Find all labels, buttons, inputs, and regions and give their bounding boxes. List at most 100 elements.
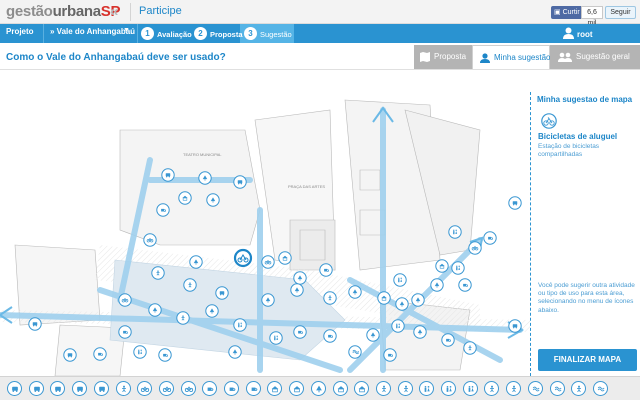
kiosk-icon[interactable] (354, 381, 370, 396)
map-marker-tree-icon[interactable] (205, 304, 219, 318)
tab-proposta[interactable]: Proposta (414, 45, 472, 69)
map-marker-car-icon[interactable] (161, 168, 175, 182)
bicycle-icon[interactable] (180, 381, 196, 396)
map-marker-bus-icon[interactable] (508, 319, 522, 333)
step-1-number[interactable]: 1 (141, 27, 154, 40)
skate-icon[interactable] (571, 381, 587, 396)
map-marker-coffee-icon[interactable] (158, 348, 172, 362)
playground-icon[interactable] (484, 381, 500, 396)
map-marker-bus-icon[interactable] (63, 348, 77, 362)
map-marker-car-icon[interactable] (215, 286, 229, 300)
map-marker-bicycle-icon[interactable] (261, 255, 275, 269)
map-drawing[interactable]: TEATRO MUNICIPAL PRAÇA DAS ARTES (0, 70, 530, 376)
map-marker-walk-icon[interactable] (183, 278, 197, 292)
map-marker-tree-icon[interactable] (366, 328, 380, 342)
water-icon[interactable] (592, 381, 608, 396)
step-2-label[interactable]: Proposta (210, 30, 243, 39)
map-marker-people-icon[interactable] (451, 261, 465, 275)
map-canvas[interactable]: TEATRO MUNICIPAL PRAÇA DAS ARTES (0, 70, 530, 376)
map-marker-walk-icon[interactable] (176, 311, 190, 325)
map-marker-tree-icon[interactable] (198, 171, 212, 185)
tent-icon[interactable] (289, 381, 305, 396)
music-icon[interactable] (527, 381, 543, 396)
map-marker-bus-icon[interactable] (508, 196, 522, 210)
map-marker-walk-icon[interactable] (151, 266, 165, 280)
toilet-icon[interactable] (462, 381, 478, 396)
facebook-like-button[interactable]: ▣ Curtir (551, 6, 583, 19)
map-marker-people-icon[interactable] (448, 225, 462, 239)
bus-icon[interactable] (7, 381, 22, 396)
coffee-icon[interactable] (202, 381, 218, 396)
map-marker-tree-icon[interactable] (411, 293, 425, 307)
map-marker-coffee-icon[interactable] (483, 231, 497, 245)
map-marker-walk-icon[interactable] (463, 341, 477, 355)
logo[interactable]: gestãourbanaSP (6, 3, 121, 20)
map-marker-tree-icon[interactable] (228, 345, 242, 359)
participe-link[interactable]: Participe (139, 5, 182, 17)
map-marker-bus-icon[interactable] (233, 175, 247, 189)
map-marker-tree-icon[interactable] (148, 303, 162, 317)
map-marker-tent-icon[interactable] (178, 191, 192, 205)
family-icon[interactable] (419, 381, 435, 396)
map-marker-tree-icon[interactable] (413, 325, 427, 339)
map-marker-tree-icon[interactable] (290, 283, 304, 297)
map-marker-tree-icon[interactable] (261, 293, 275, 307)
tab-sugestao-geral[interactable]: Sugestão geral (550, 45, 640, 69)
map-marker-bicycle-icon[interactable] (468, 241, 482, 255)
market-icon[interactable] (267, 381, 283, 396)
people-icon[interactable] (441, 381, 456, 396)
tree-icon[interactable] (310, 381, 326, 396)
selected-marker[interactable] (233, 248, 253, 268)
tab-minha-sugestao[interactable]: Minha sugestão (472, 45, 550, 69)
map-marker-bus-icon[interactable] (28, 317, 42, 331)
step-1-label[interactable]: Avaliação (157, 30, 192, 39)
collapse-button[interactable]: « (110, 3, 118, 20)
map-marker-walk-icon[interactable] (323, 291, 337, 305)
map-marker-tree-icon[interactable] (395, 297, 409, 311)
car-icon[interactable] (28, 381, 44, 396)
step-2-number[interactable]: 2 (194, 27, 207, 40)
map-marker-people-icon[interactable] (269, 331, 283, 345)
map-marker-people-icon[interactable] (391, 319, 405, 333)
map-marker-tree-icon[interactable] (206, 193, 220, 207)
user-name[interactable]: root (577, 30, 593, 39)
taxi-icon[interactable] (72, 381, 88, 396)
bench-icon[interactable] (224, 381, 239, 396)
accessibility-icon[interactable] (115, 381, 131, 396)
map-marker-music-icon[interactable] (348, 345, 362, 359)
map-marker-bench-icon[interactable] (118, 325, 132, 339)
run-icon[interactable] (397, 381, 413, 396)
map-marker-coffee-icon[interactable] (293, 325, 307, 339)
map-marker-bicycle-icon[interactable] (118, 293, 132, 307)
map-marker-tree-icon[interactable] (293, 271, 307, 285)
walk-icon[interactable] (375, 381, 391, 396)
twitter-follow-button[interactable]: Seguir (605, 6, 636, 19)
map-marker-people-icon[interactable] (233, 318, 247, 332)
map-marker-tree-icon[interactable] (189, 255, 203, 269)
map-marker-bench-icon[interactable] (458, 278, 472, 292)
map-marker-tree-icon[interactable] (430, 278, 444, 292)
map-marker-bench-icon[interactable] (441, 333, 455, 347)
kiosk-icon[interactable] (332, 381, 348, 396)
car-icon[interactable] (50, 381, 66, 396)
bicycle-icon[interactable] (158, 381, 174, 396)
map-marker-tent-icon[interactable] (435, 259, 449, 273)
bus-icon[interactable] (93, 381, 109, 396)
map-marker-coffee-icon[interactable] (156, 203, 170, 217)
map-marker-tent-icon[interactable] (377, 291, 391, 305)
step-3-label[interactable]: Sugestão (260, 30, 292, 39)
wifi-icon[interactable] (549, 381, 565, 396)
chevron-down-icon[interactable]: ▼ (123, 27, 130, 34)
bicycle-icon[interactable] (137, 381, 153, 396)
map-marker-tree-icon[interactable] (348, 285, 362, 299)
map-marker-coffee-icon[interactable] (383, 348, 397, 362)
map-marker-bench-icon[interactable] (319, 263, 333, 277)
map-marker-bench-icon[interactable] (323, 329, 337, 343)
map-marker-tent-icon[interactable] (278, 251, 292, 265)
map-marker-people-icon[interactable] (393, 273, 407, 287)
map-marker-bicycle-icon[interactable] (143, 233, 157, 247)
step-3-number[interactable]: 3 (244, 27, 257, 40)
map-marker-picnic-icon[interactable] (93, 347, 107, 361)
dog-icon[interactable] (506, 381, 522, 396)
finalizar-mapa-button[interactable]: FINALIZAR MAPA (538, 349, 637, 371)
